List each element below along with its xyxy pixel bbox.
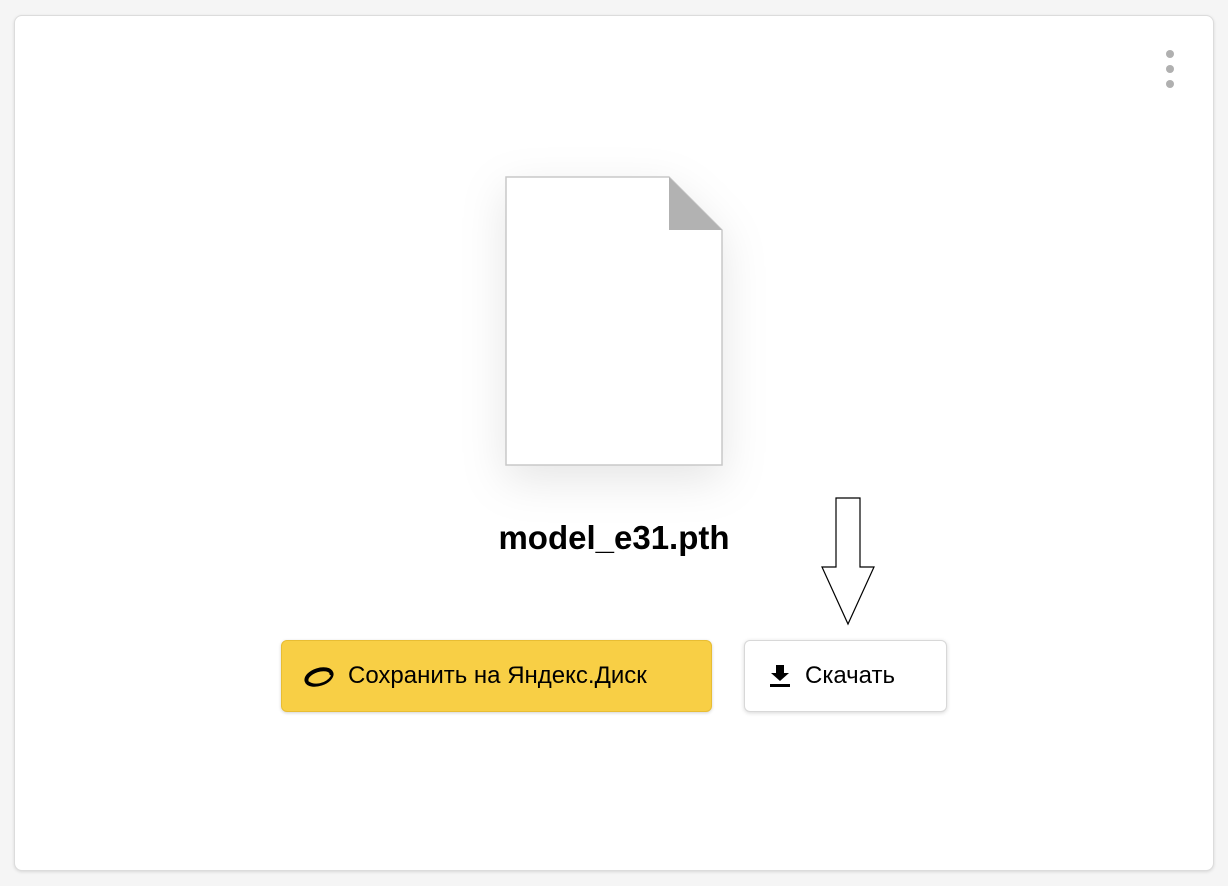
down-arrow-icon <box>820 497 876 627</box>
save-button-label: Сохранить на Яндекс.Диск <box>348 662 647 689</box>
download-button[interactable]: Скачать <box>744 640 947 712</box>
yandex-disk-icon <box>304 665 334 687</box>
download-button-label: Скачать <box>805 662 895 689</box>
more-options-icon[interactable] <box>1160 50 1180 88</box>
save-to-disk-button[interactable]: Сохранить на Яндекс.Диск <box>281 640 712 712</box>
file-name: model_e31.pth <box>498 519 730 556</box>
file-icon <box>505 176 723 466</box>
download-icon <box>769 664 791 688</box>
